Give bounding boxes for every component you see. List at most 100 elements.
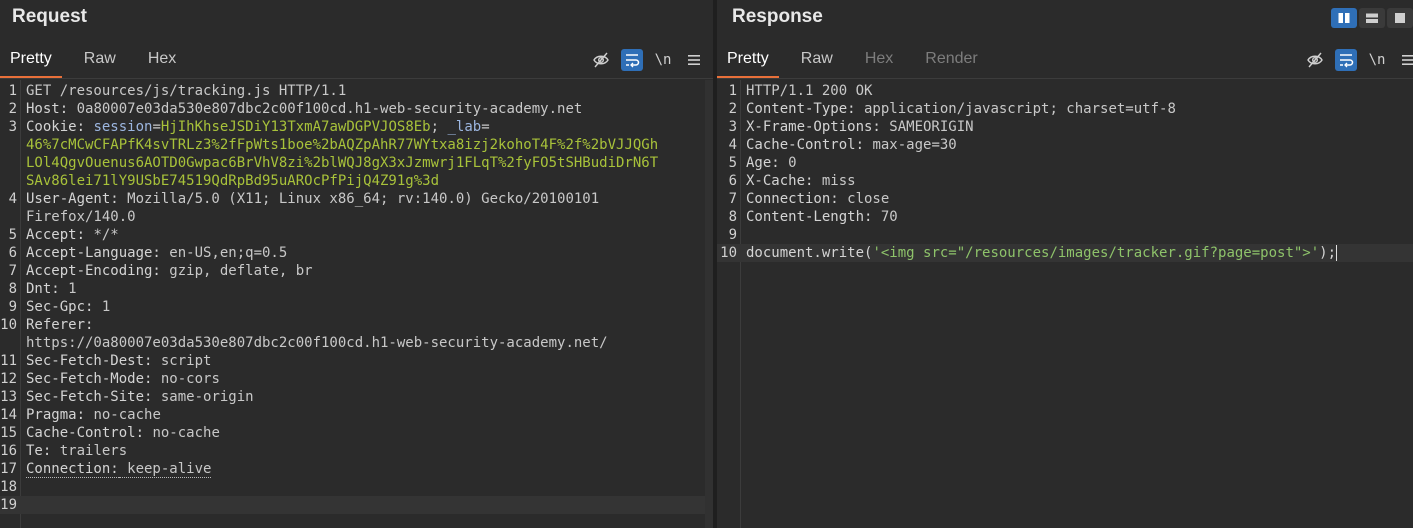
header-value: no-cache (144, 425, 220, 441)
single-pane-icon[interactable] (1387, 8, 1413, 28)
request-tab-pretty[interactable]: Pretty (0, 44, 62, 79)
line-number: 7 (728, 191, 737, 207)
request-line: 19 (0, 496, 713, 514)
request-toolbar: \n (581, 49, 705, 71)
line-number: 8 (8, 281, 17, 297)
line-number: 9 (728, 227, 737, 243)
header-value: close (838, 191, 890, 207)
header-value: same-origin (152, 389, 254, 405)
line-content: HTTP/1.1 200 OK (746, 82, 872, 100)
hamburger-menu-icon[interactable] (683, 49, 705, 71)
line-continuation: LOl4QgvOuenus6AOTD0Gwpac6BrVhV8zi%2blWQJ… (26, 155, 659, 171)
request-line: 14 Pragma: no-cache (0, 406, 713, 424)
request-line: 16 Te: trailers (0, 442, 713, 460)
request-line: 4 User-Agent: Mozilla/5.0 (X11; Linux x86… (0, 190, 713, 208)
response-line: 10 document.write('<img src="/resources/i… (717, 244, 1413, 262)
line-number: 4 (728, 137, 737, 153)
wrap-lines-icon[interactable] (1335, 49, 1357, 71)
hamburger-menu-icon[interactable] (1397, 49, 1413, 71)
request-line-continuation: SAv86lei71lY9USbE74519QdRpBd95uAROcPfPij… (0, 172, 713, 190)
line-content: Sec-Fetch-Site: same-origin (26, 388, 254, 406)
request-line-continuation: 46%7cMCwCFAPfK4svTRLz3%2fFpWts1boe%2bAQZ… (0, 136, 713, 154)
split-columns-icon[interactable] (1331, 8, 1357, 28)
response-tab-hex[interactable]: Hex (855, 44, 903, 78)
header-name: Accept: (26, 227, 86, 243)
line-content: Host: 0a80007e03da530e807dbc2c00f100cd.h… (26, 100, 582, 118)
request-line: 11 Sec-Fetch-Dest: script (0, 352, 713, 370)
line-continuation: https://0a80007e03da530e807dbc2c00f100cd… (26, 335, 608, 351)
request-line: 1 GET /resources/js/tracking.js HTTP/1.1 (0, 82, 713, 100)
line-content: Dnt: 1 (26, 280, 77, 298)
line-content: Referer: (26, 316, 93, 334)
response-editor[interactable]: 1 HTTP/1.1 200 OK 2 Content-Type: applicati… (717, 80, 1413, 528)
request-line: 7 Accept-Encoding: gzip, deflate, br (0, 262, 713, 280)
line-content: X-Cache: miss (746, 172, 856, 190)
cookie-eq: = (152, 119, 161, 135)
request-scrollbar[interactable] (705, 80, 713, 528)
line-content: Connection: keep-alive (26, 460, 212, 478)
request-panel: Request Pretty Raw Hex \n 1 GET /resource… (0, 0, 713, 528)
line-number: 15 (0, 425, 17, 441)
response-tabs: Pretty Raw Hex Render (717, 44, 1000, 79)
request-line: 3 Cookie: session=HjIhKhseJSDiY13TxmA7awD… (0, 118, 713, 136)
cookie-name: session (85, 119, 153, 135)
header-value: miss (813, 173, 856, 189)
wrap-lines-icon[interactable] (621, 49, 643, 71)
js-string: '<img src="/resources/images/tracker.gif… (872, 245, 1320, 261)
response-panel: Response Pretty Raw Hex Render \n 1 HTTP/… (717, 0, 1413, 528)
response-tab-divider (717, 78, 1413, 79)
eye-slash-icon[interactable] (590, 49, 612, 71)
line-number: 13 (0, 389, 17, 405)
header-value: Mozilla/5.0 (X11; Linux x86_64; rv:140.0… (118, 191, 600, 207)
line-number: 8 (728, 209, 737, 225)
response-toolbar: \n (1295, 49, 1413, 71)
header-name: Sec-Fetch-Dest: (26, 353, 153, 369)
line-continuation: SAv86lei71lY9USbE74519QdRpBd95uAROcPfPij… (26, 173, 440, 189)
line-content: Sec-Fetch-Mode: no-cors (26, 370, 220, 388)
line-number: 1 (8, 83, 17, 99)
line-content: Content-Length: 70 (746, 208, 898, 226)
line-number: 2 (8, 101, 17, 117)
header-name: Accept-Encoding: (26, 263, 161, 279)
header-value: 0 (779, 155, 797, 171)
eye-slash-icon[interactable] (1304, 49, 1326, 71)
request-tab-raw[interactable]: Raw (74, 44, 126, 78)
request-line: 9 Sec-Gpc: 1 (0, 298, 713, 316)
request-title: Request (12, 6, 87, 27)
response-line: 5 Age: 0 (717, 154, 1413, 172)
newline-toggle[interactable]: \n (652, 49, 674, 71)
line-number: 10 (0, 317, 17, 333)
response-tab-pretty[interactable]: Pretty (717, 44, 779, 79)
line-content: User-Agent: Mozilla/5.0 (X11; Linux x86_… (26, 190, 599, 208)
request-line: 2 Host: 0a80007e03da530e807dbc2c00f100cd.… (0, 100, 713, 118)
request-tab-hex[interactable]: Hex (138, 44, 186, 78)
line-continuation: Firefox/140.0 (26, 209, 136, 225)
line-continuation: 46%7cMCwCFAPfK4svTRLz3%2fFpWts1boe%2bAQZ… (26, 137, 659, 153)
header-value: 70 (872, 209, 898, 225)
line-number: 4 (8, 191, 17, 207)
line-content: Connection: close (746, 190, 889, 208)
line-number: 19 (0, 497, 17, 513)
request-editor[interactable]: 1 GET /resources/js/tracking.js HTTP/1.1 2… (0, 80, 713, 528)
newline-toggle[interactable]: \n (1366, 49, 1388, 71)
js-code: ); (1319, 245, 1337, 261)
request-line: 10 Referer: (0, 316, 713, 334)
header-name: Pragma: (26, 407, 86, 423)
line-number: 3 (8, 119, 17, 135)
cookie-sep: ; (430, 119, 448, 135)
response-tab-render[interactable]: Render (915, 44, 987, 78)
header-value: no-cache (85, 407, 161, 423)
response-tab-raw[interactable]: Raw (791, 44, 843, 78)
response-line: 4 Cache-Control: max-age=30 (717, 136, 1413, 154)
response-lines: 1 HTTP/1.1 200 OK 2 Content-Type: applicati… (717, 82, 1413, 262)
line-number: 17 (0, 461, 17, 477)
response-line: 9 (717, 226, 1413, 244)
header-value: SAMEORIGIN (880, 119, 974, 135)
split-rows-icon[interactable] (1359, 8, 1385, 28)
header-name: Te: (26, 443, 52, 459)
header-name: Age: (746, 155, 780, 171)
request-line: 6 Accept-Language: en-US,en;q=0.5 (0, 244, 713, 262)
header-name: Connection: (26, 461, 119, 478)
header-value: 0a80007e03da530e807dbc2c00f100cd.h1-web-… (68, 101, 583, 117)
request-line-continuation: LOl4QgvOuenus6AOTD0Gwpac6BrVhV8zi%2blWQJ… (0, 154, 713, 172)
